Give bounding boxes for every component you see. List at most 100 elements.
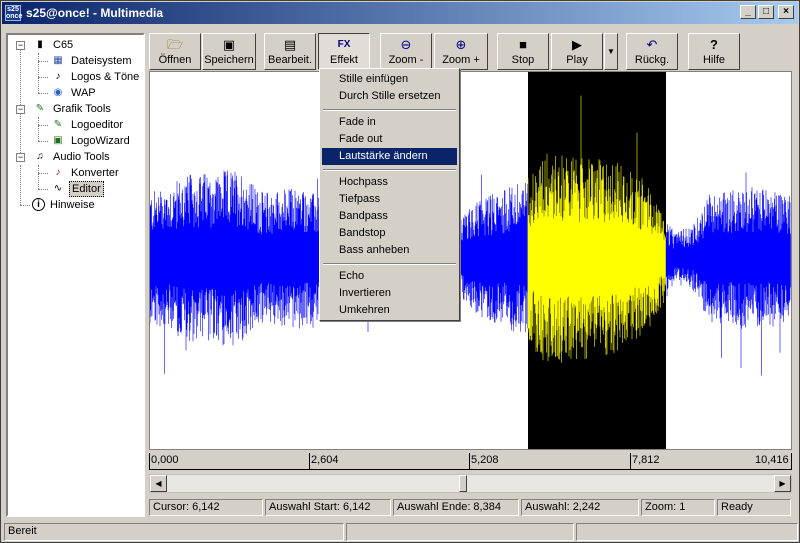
waveform-canvas[interactable] — [150, 72, 791, 449]
maximize-button[interactable]: □ — [758, 5, 774, 19]
selection-start: Auswahl Start: 6,142 — [265, 499, 391, 516]
audio-editor-icon: ∿ — [53, 183, 63, 194]
tree-item-audio-tools[interactable]: ♫ Audio Tools — [32, 149, 112, 165]
ruler-label-1: 2,604 — [311, 454, 339, 466]
minimize-button[interactable]: _ — [740, 5, 756, 19]
arrow-right-icon: ▶ — [779, 479, 786, 488]
menu-item-highpass[interactable]: Hochpass — [322, 174, 457, 191]
stop-icon: ■ — [519, 37, 527, 52]
close-button[interactable]: × — [778, 5, 794, 19]
menu-item-lowpass[interactable]: Tiefpass — [322, 191, 457, 208]
tree-collapse-audio-tools[interactable]: − — [16, 153, 25, 162]
zoom-out-button[interactable]: ⊖ Zoom - — [380, 33, 432, 70]
arrow-left-icon: ◀ — [155, 479, 162, 488]
tree-item-wap[interactable]: ◉ WAP — [50, 85, 98, 101]
zoom-level: Zoom: 1 — [641, 499, 715, 516]
logo-editor-icon: ✎ — [53, 119, 63, 130]
menu-item-bandpass[interactable]: Bandpass — [322, 208, 457, 225]
ruler-label-4: 10,416 — [755, 454, 789, 466]
time-ruler: 0,000 2,604 5,208 7,812 10,416 — [149, 451, 792, 473]
menu-item-fade-in[interactable]: Fade in — [322, 114, 457, 131]
menu-item-change-volume[interactable]: Lautstärke ändern — [322, 148, 457, 165]
title-bar[interactable]: s25 once s25@once! - Multimedia _ □ × — [2, 2, 798, 24]
phone-icon: ▮ — [37, 39, 43, 50]
tree-collapse-grafik-tools[interactable]: − — [16, 105, 25, 114]
menu-item-echo[interactable]: Echo — [322, 268, 457, 285]
tree-collapse-c65[interactable]: − — [16, 41, 25, 50]
menu-item-insert-silence[interactable]: Stille einfügen — [322, 71, 457, 88]
floppy-disk-icon: ▣ — [222, 37, 236, 52]
fx-icon: FX — [337, 39, 351, 50]
maximize-icon: □ — [762, 6, 770, 17]
logo-wizard-icon: ▣ — [53, 135, 63, 146]
menu-item-invert[interactable]: Invertieren — [322, 285, 457, 302]
tree-item-konverter[interactable]: ♪ Konverter — [50, 165, 121, 181]
status-bar: Bereit — [4, 523, 798, 541]
logos-tones-icon: ♪ — [55, 71, 61, 82]
menu-separator — [323, 169, 456, 171]
menu-item-bass-boost[interactable]: Bass anheben — [322, 242, 457, 259]
menu-item-bandstop[interactable]: Bandstop — [322, 225, 457, 242]
close-icon: × — [783, 6, 789, 17]
folder-open-icon: 🗁 — [166, 37, 184, 52]
menu-separator — [323, 109, 456, 111]
stop-button[interactable]: ■ Stop — [497, 33, 549, 70]
tree-item-editor[interactable]: ∿ Editor — [50, 181, 104, 197]
converter-icon: ♪ — [55, 167, 61, 178]
tree-item-logoeditor[interactable]: ✎ Logoeditor — [50, 117, 125, 133]
effect-menu: Stille einfügen Durch Stille ersetzen Fa… — [319, 68, 460, 321]
help-button[interactable]: ? Hilfe — [688, 33, 740, 70]
ruler-label-0: 0,000 — [151, 454, 179, 466]
graphics-tools-icon: ✎ — [35, 103, 45, 114]
scroll-thumb[interactable] — [459, 475, 467, 492]
status-panel-2 — [346, 523, 574, 541]
save-button[interactable]: ▣ Speichern — [202, 33, 256, 70]
waveform-view[interactable] — [149, 71, 792, 450]
undo-icon: ↶ — [646, 37, 658, 52]
play-button[interactable]: ▶ Play — [551, 33, 603, 70]
scroll-right-button[interactable]: ▶ — [774, 475, 791, 492]
zoom-in-icon: ⊕ — [455, 37, 467, 52]
edit-button[interactable]: ▤ Bearbeit. — [264, 33, 316, 70]
cursor-position: Cursor: 6,142 — [149, 499, 263, 516]
tree-item-dateisystem[interactable]: ▦ Dateisystem — [50, 53, 134, 69]
tree-item-grafik-tools[interactable]: ✎ Grafik Tools — [32, 101, 113, 117]
dropdown-arrow-icon: ▼ — [607, 47, 615, 56]
zoom-out-icon: ⊖ — [400, 37, 412, 52]
tree-item-hinweise[interactable]: i Hinweise — [32, 197, 97, 213]
open-button[interactable]: 🗁 Öffnen — [149, 33, 201, 70]
window-title: s25@once! - Multimedia — [26, 6, 164, 20]
info-icon: i — [32, 198, 45, 211]
main-window: s25 once s25@once! - Multimedia _ □ × − … — [0, 0, 800, 543]
filesystem-icon: ▦ — [53, 55, 63, 66]
horizontal-scrollbar[interactable]: ◀ ▶ — [149, 474, 792, 493]
status-panel-3 — [576, 523, 798, 541]
play-dropdown-button[interactable]: ▼ — [604, 33, 618, 70]
menu-separator — [323, 263, 456, 265]
status-text: Bereit — [4, 523, 344, 541]
ruler-label-3: 7,812 — [632, 454, 660, 466]
scroll-left-button[interactable]: ◀ — [150, 475, 167, 492]
effect-button[interactable]: FX Effekt — [318, 33, 370, 70]
play-icon: ▶ — [572, 37, 582, 52]
tree-item-logos-toene[interactable]: ♪ Logos & Töne — [50, 69, 141, 85]
ruler-label-2: 5,208 — [471, 454, 499, 466]
zoom-in-button[interactable]: ⊕ Zoom + — [434, 33, 488, 70]
navigation-tree[interactable]: − − − ▮ C65 ▦ Dateisystem ♪ Logos & Töne ◉ W… — [6, 33, 145, 517]
audio-tools-icon: ♫ — [36, 151, 44, 162]
waveform-trace — [150, 170, 791, 376]
player-state: Ready — [717, 499, 791, 516]
selection-length: Auswahl: 2,242 — [521, 499, 639, 516]
menu-item-replace-with-silence[interactable]: Durch Stille ersetzen — [322, 88, 457, 105]
menu-item-fade-out[interactable]: Fade out — [322, 131, 457, 148]
wap-icon: ◉ — [53, 87, 63, 98]
tree-item-c65[interactable]: ▮ C65 — [32, 37, 75, 53]
app-icon[interactable]: s25 once — [5, 5, 22, 21]
minimize-icon: _ — [745, 6, 751, 17]
menu-item-reverse[interactable]: Umkehren — [322, 302, 457, 319]
tree-item-logowizard[interactable]: ▣ LogoWizard — [50, 133, 132, 149]
edit-icon: ▤ — [283, 37, 297, 52]
help-icon: ? — [710, 37, 718, 52]
undo-button[interactable]: ↶ Rückg. — [626, 33, 678, 70]
selection-end: Auswahl Ende: 8,384 — [393, 499, 519, 516]
